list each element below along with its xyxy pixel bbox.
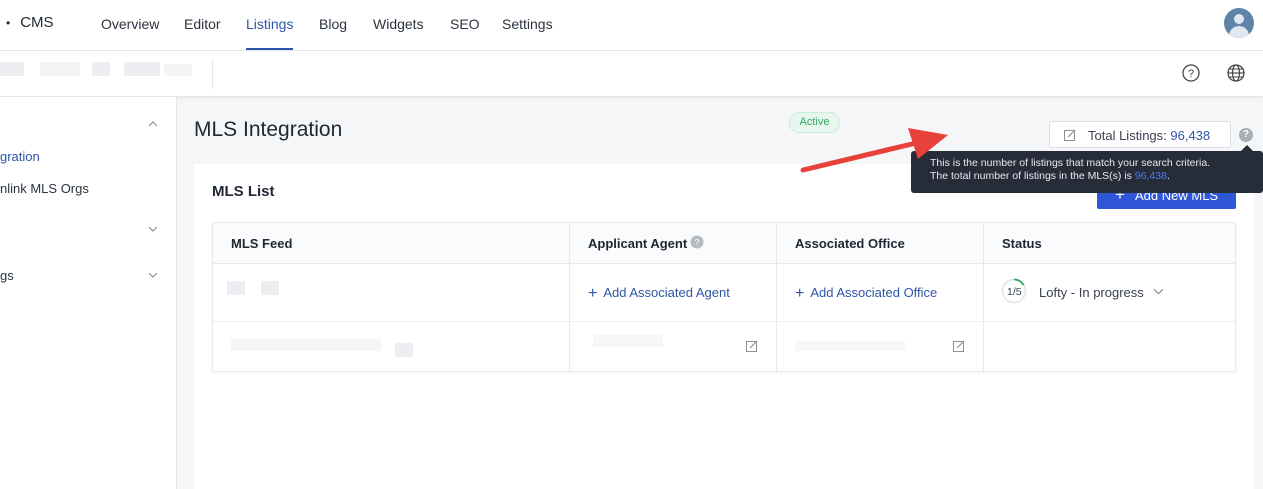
page-title: MLS Integration	[194, 118, 343, 141]
divider	[212, 59, 213, 89]
tooltip-line-2: The total number of listings in the MLS(…	[930, 170, 1263, 183]
card-title: MLS List	[212, 183, 275, 200]
add-associated-agent-link[interactable]: + Add Associated Agent	[588, 284, 730, 302]
plus-icon: +	[588, 285, 598, 302]
globe-icon[interactable]	[1226, 63, 1246, 83]
redacted-feed-name	[231, 339, 381, 351]
mls-table: MLS Feed Applicant Agent ? Associated Of…	[212, 222, 1236, 372]
row-divider	[213, 321, 1235, 322]
active-tab-indicator	[246, 48, 293, 50]
column-divider	[776, 223, 777, 371]
nav-settings[interactable]: Settings	[502, 16, 553, 32]
svg-text:?: ?	[694, 238, 699, 248]
redacted-office-name	[795, 341, 905, 351]
header-applicant-agent: Applicant Agent	[588, 236, 688, 251]
brand[interactable]: • CMS	[6, 14, 54, 31]
nav-editor[interactable]: Editor	[184, 16, 221, 32]
redacted-feed-name	[227, 281, 245, 295]
column-divider	[983, 223, 984, 371]
total-listings-box[interactable]: Total Listings: 96,438	[1049, 121, 1231, 148]
add-associated-office-label: Add Associated Office	[810, 285, 938, 300]
plus-icon: +	[795, 285, 805, 302]
header-status: Status	[1002, 236, 1042, 251]
redacted-feed-name	[395, 343, 413, 357]
top-nav: • CMS Overview Editor Listings Blog Widge…	[0, 0, 1263, 51]
redacted-agent-name	[593, 335, 663, 347]
add-associated-office-link[interactable]: + Add Associated Office	[795, 284, 937, 302]
total-listings-value: 96,438	[1170, 128, 1211, 143]
sidebar-item-mls-integration[interactable]: gration	[0, 149, 40, 164]
help-icon[interactable]: ?	[1181, 63, 1201, 83]
redacted-block	[92, 62, 110, 76]
status-dropdown[interactable]: Lofty - In progress	[1039, 285, 1144, 300]
chevron-down-icon[interactable]	[148, 270, 158, 280]
header-mls-feed: MLS Feed	[231, 236, 293, 251]
redacted-feed-name	[261, 281, 279, 295]
redacted-block	[164, 64, 192, 76]
chevron-down-icon[interactable]	[148, 224, 158, 234]
chevron-up-icon[interactable]	[148, 119, 158, 129]
redacted-block	[40, 62, 80, 76]
chevron-down-icon[interactable]	[1153, 286, 1164, 297]
tooltip-line-1: This is the number of listings that matc…	[930, 157, 1211, 169]
tooltip-period: .	[1166, 170, 1170, 182]
status-badge: Active	[789, 112, 840, 133]
redacted-block	[0, 62, 24, 76]
nav-overview[interactable]: Overview	[101, 16, 159, 32]
user-avatar[interactable]	[1224, 8, 1254, 38]
brand-name: CMS	[20, 14, 54, 31]
progress-text: 1/5	[1007, 286, 1022, 298]
edit-icon[interactable]	[952, 339, 966, 353]
question-icon[interactable]: ?	[1239, 128, 1253, 142]
add-associated-agent-label: Add Associated Agent	[603, 285, 730, 300]
table-header	[213, 223, 1235, 264]
total-listings-label: Total Listings:	[1088, 128, 1171, 143]
nav-blog[interactable]: Blog	[319, 16, 347, 32]
nav-widgets[interactable]: Widgets	[373, 16, 424, 32]
sidebar-item-settings[interactable]: gs	[0, 268, 14, 283]
sidebar: gration nlink MLS Orgs gs	[0, 97, 177, 489]
sub-header: ?	[0, 51, 1263, 97]
tooltip-total-value: 96,438	[1134, 170, 1167, 182]
nav-listings[interactable]: Listings	[246, 16, 293, 32]
column-divider	[569, 223, 570, 371]
info-icon[interactable]: ?	[690, 235, 704, 249]
redacted-block	[124, 62, 160, 76]
edit-icon[interactable]	[745, 339, 759, 353]
tooltip-line-2-text: The total number of listings in the MLS(…	[930, 170, 1135, 182]
edit-icon	[1064, 129, 1076, 141]
nav-seo[interactable]: SEO	[450, 16, 480, 32]
total-listings-tooltip: This is the number of listings that matc…	[911, 151, 1263, 193]
svg-text:?: ?	[1188, 68, 1194, 80]
header-associated-office: Associated Office	[795, 236, 905, 251]
sidebar-item-link-mls-orgs[interactable]: nlink MLS Orgs	[0, 181, 89, 196]
